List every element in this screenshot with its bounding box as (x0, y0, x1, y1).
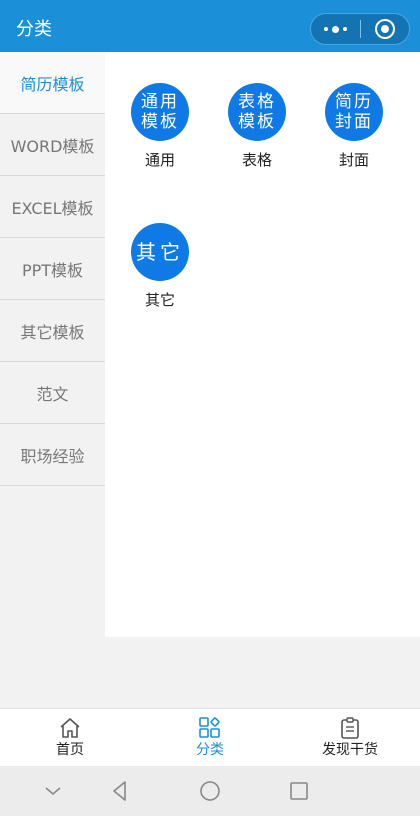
home-icon (60, 718, 80, 738)
page-title: 分类 (16, 19, 52, 40)
category-badge: 简历 封面 (325, 83, 383, 141)
mini-program-capsule (310, 13, 410, 45)
category-badge: 通用 模板 (131, 83, 189, 141)
sidebar-item-excel-templates[interactable]: EXCEL模板 (0, 176, 105, 238)
close-target-icon (374, 19, 395, 39)
more-dots-icon-center (332, 25, 339, 33)
tab-label: 发现干货 (322, 742, 378, 758)
bottom-tab-bar: 首页 分类 发现干货 (0, 708, 420, 766)
sidebar-item-word-templates[interactable]: WORD模板 (0, 114, 105, 176)
more-dots-icon-right (343, 27, 347, 31)
category-label: 表格 (241, 151, 272, 169)
tab-category[interactable]: 分类 (140, 709, 280, 766)
category-label: 通用 (144, 151, 175, 169)
sidebar-item-resume-templates[interactable]: 简历模板 (0, 52, 105, 114)
more-dots-icon (324, 27, 328, 31)
sidebar-item-ppt-templates[interactable]: PPT模板 (0, 238, 105, 300)
category-cover[interactable]: 简历 封面 封面 (319, 83, 389, 169)
close-button[interactable] (361, 14, 409, 44)
clipboard-icon (341, 717, 359, 739)
tab-label: 分类 (196, 742, 224, 758)
category-badge: 其它 (131, 223, 189, 281)
sidebar-item-other-templates[interactable]: 其它模板 (0, 300, 105, 362)
status-bar (0, 0, 420, 8)
category-general[interactable]: 通用 模板 通用 (125, 83, 195, 169)
category-badge: 表格 模板 (228, 83, 286, 141)
tab-label: 首页 (56, 742, 84, 758)
tab-home[interactable]: 首页 (0, 709, 140, 766)
sidebar-item-sample-essays[interactable]: 范文 (0, 362, 105, 424)
sidebar-item-career-experience[interactable]: 职场经验 (0, 424, 105, 486)
android-nav-bar (0, 766, 420, 816)
recents-square-icon[interactable] (287, 779, 311, 803)
category-table[interactable]: 表格 模板 表格 (222, 83, 292, 169)
back-triangle-icon[interactable] (108, 779, 132, 803)
more-button[interactable] (311, 14, 360, 44)
tab-discover[interactable]: 发现干货 (280, 709, 420, 766)
category-content: 通用 模板 通用 表格 模板 表格 简历 封面 封面 其它 其它 (105, 52, 420, 637)
category-label: 封面 (338, 151, 369, 169)
grid-icon (199, 717, 220, 738)
category-label: 其它 (144, 291, 175, 309)
chevron-down-icon[interactable] (41, 779, 65, 803)
top-bar: 分类 (0, 8, 420, 52)
category-other[interactable]: 其它 其它 (125, 223, 195, 309)
home-circle-icon[interactable] (198, 779, 222, 803)
category-sidebar: 简历模板 WORD模板 EXCEL模板 PPT模板 其它模板 范文 职场经验 (0, 52, 105, 488)
